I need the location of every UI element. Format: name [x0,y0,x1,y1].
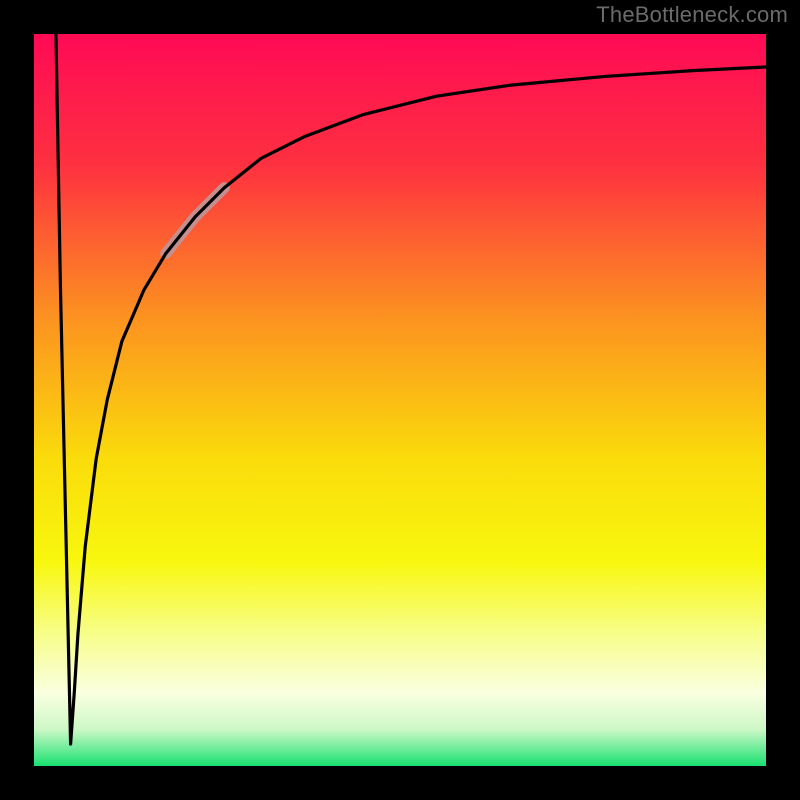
bottleneck-chart [34,34,766,766]
page-root: TheBottleneck.com [0,0,800,800]
chart-gradient-bg [34,34,766,766]
watermark-label: TheBottleneck.com [596,2,788,28]
chart-area [34,34,766,766]
